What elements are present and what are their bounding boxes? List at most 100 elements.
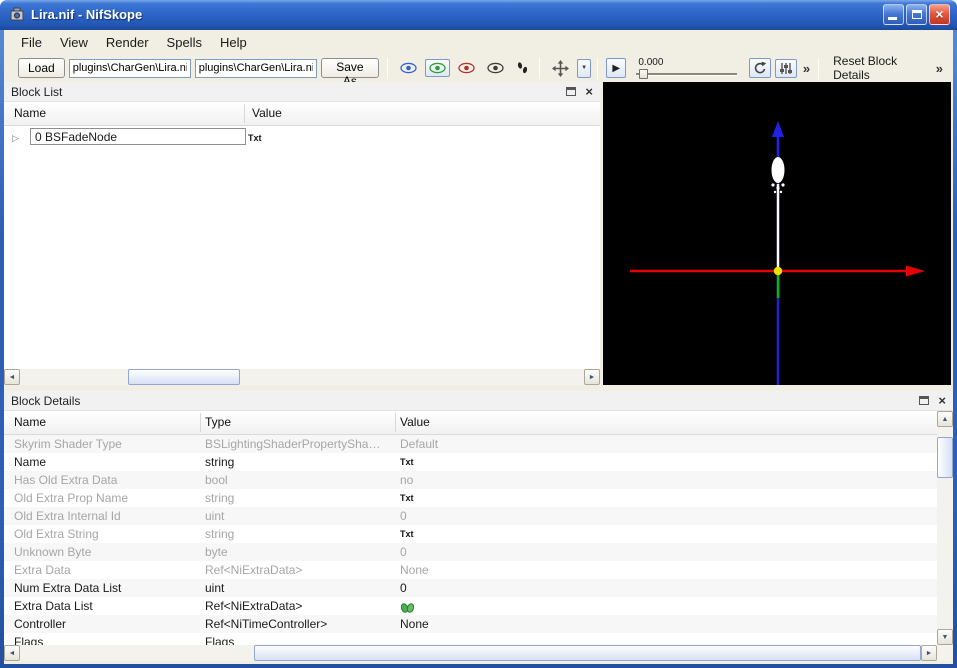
node-value-txt: Txt: [248, 133, 262, 143]
column-separator[interactable]: [200, 413, 201, 432]
detail-value: None: [400, 617, 429, 631]
properties-eye-red-icon[interactable]: [454, 59, 479, 77]
slider-thumb[interactable]: [639, 69, 649, 79]
time-slider[interactable]: [636, 68, 741, 79]
bone-fringe-dot: [771, 183, 775, 187]
menu-file[interactable]: File: [12, 32, 51, 53]
axes-graphic: [630, 121, 925, 385]
rotate-animation-icon[interactable]: [748, 58, 771, 78]
play-button[interactable]: ▶: [606, 58, 627, 78]
scroll-up-button[interactable]: ▲: [937, 411, 953, 427]
column-name[interactable]: Name: [14, 106, 46, 120]
node-name[interactable]: 0 BSFadeNode: [30, 128, 246, 145]
detail-value: no: [400, 473, 414, 487]
save-path-input[interactable]: [194, 58, 317, 78]
block-list-hscrollbar[interactable]: ◄ ►: [4, 369, 600, 385]
column-value[interactable]: Value: [252, 106, 282, 120]
detail-name: Flags: [14, 635, 44, 645]
nodes-eye-green-icon[interactable]: [425, 59, 451, 77]
column-separator[interactable]: [244, 104, 245, 123]
detail-value: [395, 633, 937, 645]
table-row[interactable]: Skyrim Shader Type BSLightingShaderPrope…: [4, 435, 937, 453]
toolbar-separator: [539, 57, 541, 79]
toolbar-separator: [818, 57, 820, 79]
block-details-hscrollbar[interactable]: ◄ ►: [4, 645, 937, 661]
detail-value: [395, 597, 937, 615]
close-panel-icon[interactable]: ×: [585, 85, 593, 98]
detail-type: Ref<NiExtraData>: [205, 599, 303, 613]
block-details-header: Block Details ×: [4, 391, 953, 411]
furniture-footprints-icon[interactable]: [512, 58, 533, 78]
move-tool-icon[interactable]: [548, 57, 573, 80]
table-row[interactable]: Old Extra Prop Name string Txt: [4, 489, 937, 507]
menu-render[interactable]: Render: [97, 32, 158, 53]
minimize-button[interactable]: [883, 3, 904, 25]
table-row[interactable]: Flags Flags: [4, 633, 937, 645]
time-value: 0.000: [638, 57, 664, 68]
reset-block-details-button[interactable]: Reset Block Details: [825, 52, 932, 84]
scroll-right-button[interactable]: ►: [921, 645, 937, 661]
scroll-left-button[interactable]: ◄: [4, 645, 20, 661]
detail-name: Old Extra Prop Name: [14, 491, 129, 505]
move-tool-dropdown[interactable]: ▼: [577, 58, 592, 78]
scroll-thumb[interactable]: [254, 645, 921, 661]
menu-help[interactable]: Help: [211, 32, 256, 53]
block-list-panel: Block List × Name Value ▷ 0 BSFadeNode T…: [4, 82, 600, 385]
axes-eye-blue-icon[interactable]: [396, 59, 421, 77]
close-button[interactable]: ×: [929, 3, 950, 25]
menu-spells[interactable]: Spells: [158, 32, 211, 53]
detail-type: Ref<NiTimeController>: [205, 617, 328, 631]
table-row[interactable]: Has Old Extra Data bool no: [4, 471, 937, 489]
float-panel-icon[interactable]: [566, 87, 577, 96]
expand-arrow-icon[interactable]: ▷: [12, 130, 19, 146]
close-panel-icon[interactable]: ×: [938, 394, 946, 407]
render-settings-bars-icon[interactable]: [774, 58, 797, 78]
load-button[interactable]: Load: [18, 58, 65, 78]
table-row[interactable]: Extra Data List Ref<NiExtraData>: [4, 597, 937, 615]
detail-type: uint: [205, 581, 225, 595]
column-value[interactable]: Value: [400, 415, 430, 429]
scroll-left-button[interactable]: ◄: [4, 369, 20, 385]
toolbar-overflow-button[interactable]: »: [799, 61, 814, 76]
array-link-icon[interactable]: [400, 602, 415, 614]
detail-value: 0: [400, 581, 407, 595]
table-row[interactable]: Name string Txt: [4, 453, 937, 471]
column-type[interactable]: Type: [205, 415, 231, 429]
scroll-down-button[interactable]: ▼: [937, 629, 953, 645]
toolbar-overflow-button[interactable]: »: [932, 61, 947, 76]
maximize-button[interactable]: [906, 3, 927, 25]
block-details-rows: Skyrim Shader Type BSLightingShaderPrope…: [4, 435, 937, 645]
block-details-vscrollbar[interactable]: ▲ ▼: [937, 411, 953, 645]
column-name[interactable]: Name: [14, 415, 46, 429]
table-row[interactable]: Old Extra Internal Id uint 0: [4, 507, 937, 525]
animation-time-widget: 0.000: [636, 57, 741, 79]
block-list-title: Block List: [11, 84, 63, 99]
block-details-title: Block Details: [11, 393, 81, 408]
toolbar-separator: [597, 57, 599, 79]
detail-name: Unknown Byte: [14, 545, 92, 559]
table-row[interactable]: Old Extra String string Txt: [4, 525, 937, 543]
toolbar-separator: [387, 57, 389, 79]
table-row[interactable]: Controller Ref<NiTimeController> None: [4, 615, 937, 633]
scroll-thumb[interactable]: [937, 437, 953, 478]
block-list-header: Block List ×: [4, 82, 600, 102]
origin-marker: [773, 266, 783, 276]
app-icon[interactable]: [9, 6, 25, 22]
menubar: File View Render Spells Help: [4, 30, 953, 54]
scrollbar-corner: [937, 645, 953, 661]
detail-name: Controller: [14, 617, 67, 631]
save-as-button[interactable]: Save As: [320, 58, 380, 88]
titlebar[interactable]: Lira.nif - NifSkope ×: [0, 0, 957, 30]
hidden-eye-dark-icon[interactable]: [483, 59, 508, 77]
scroll-right-button[interactable]: ►: [584, 369, 600, 385]
menu-view[interactable]: View: [51, 32, 97, 53]
table-row[interactable]: Extra Data Ref<NiExtraData> None: [4, 561, 937, 579]
table-row[interactable]: Num Extra Data List uint 0: [4, 579, 937, 597]
load-path-input[interactable]: [68, 58, 191, 78]
table-row[interactable]: Unknown Byte byte 0: [4, 543, 937, 561]
render-viewport[interactable]: [603, 82, 951, 385]
tree-row-bsfadenode[interactable]: ▷ 0 BSFadeNode Txt: [4, 128, 600, 146]
scroll-thumb[interactable]: [128, 369, 240, 385]
column-separator[interactable]: [395, 413, 396, 432]
float-panel-icon[interactable]: [919, 396, 930, 405]
